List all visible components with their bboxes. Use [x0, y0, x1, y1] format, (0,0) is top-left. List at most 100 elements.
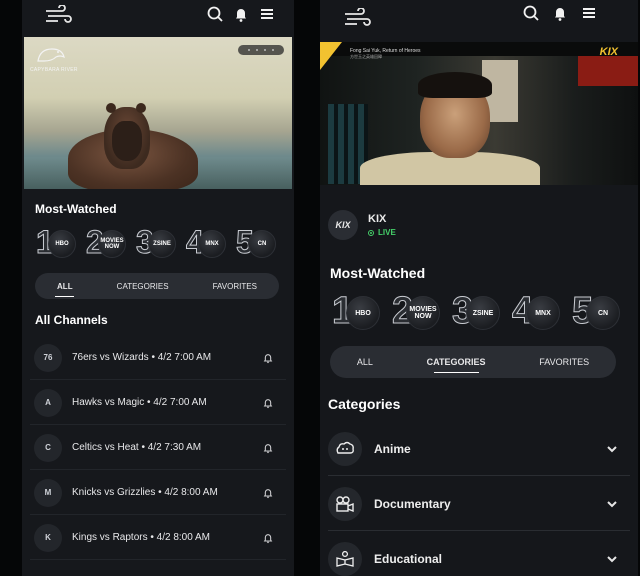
chevron-down-icon[interactable]	[606, 553, 618, 565]
channel-row[interactable]: 76 76ers vs Wizards • 4/2 7:00 AM	[30, 336, 286, 380]
tab-categories-label: CATEGORIES	[426, 357, 486, 367]
channel-logo-badge: ZSINE	[466, 296, 500, 330]
team-logo: C	[34, 433, 62, 462]
tab-categories[interactable]: CATEGORIES	[419, 353, 494, 373]
search-icon[interactable]	[522, 4, 540, 22]
channel-row[interactable]: K Kings vs Raptors • 4/2 8:00 AM	[30, 516, 286, 560]
category-row[interactable]: Documentary	[328, 477, 630, 531]
video-actor-hair	[418, 72, 492, 98]
video-background-patch	[578, 56, 638, 86]
most-watched-row: 1 HBO 2 MOVIES NOW 3 ZSINE 4 MNX 5 CN	[331, 292, 632, 334]
phone-screen-left: CAPYBARA RIVER Most-Watched 1 HBO 2 MOVIES …	[22, 0, 294, 576]
hero-brand-text: CAPYBARA RIVER	[30, 67, 78, 73]
category-label: Documentary	[374, 496, 451, 511]
reminder-bell-icon[interactable]	[262, 487, 274, 499]
channel-logo-badge: ZSINE	[148, 230, 176, 258]
channel-tabs: ALL CATEGORIES FAVORITES	[330, 346, 616, 378]
tab-all[interactable]: ALL	[349, 353, 381, 371]
team-logo: M	[34, 478, 62, 507]
active-tab-underline	[55, 295, 75, 297]
now-playing-channel-name: KIX	[368, 213, 387, 225]
most-watched-item[interactable]: 1 HBO	[331, 292, 392, 334]
most-watched-item[interactable]: 2 MOVIES NOW	[86, 226, 136, 262]
phone-screen-right: Fong Sai Yuk, Return of Heroes 方世玉之英雄回歸 …	[320, 0, 638, 576]
anime-icon	[328, 431, 362, 466]
hero-carousel-indicator[interactable]	[238, 45, 284, 55]
menu-icon[interactable]	[258, 5, 276, 23]
channel-logo-badge: MOVIES NOW	[406, 296, 440, 330]
category-row[interactable]: Educational	[328, 532, 630, 576]
hero-capybara-ear	[136, 103, 146, 113]
most-watched-item[interactable]: 4 MNX	[511, 292, 572, 334]
chevron-down-icon[interactable]	[606, 498, 618, 510]
channel-logo-badge: HBO	[48, 230, 76, 258]
channel-logo-badge: CN	[248, 230, 276, 258]
hero-capybara-snout	[112, 121, 142, 161]
video-player[interactable]: Fong Sai Yuk, Return of Heroes 方世玉之英雄回歸 …	[320, 42, 638, 185]
reminder-bell-icon[interactable]	[262, 442, 274, 454]
camera-icon	[328, 486, 362, 521]
now-playing[interactable]: KIX KIX LIVE	[328, 210, 396, 240]
app-logo-icon[interactable]	[44, 5, 72, 27]
channel-logo-badge: MNX	[198, 230, 226, 258]
most-watched-item[interactable]: 3 ZSINE	[136, 226, 186, 262]
active-tab-underline	[433, 372, 479, 373]
live-icon	[368, 229, 374, 236]
menu-icon[interactable]	[580, 4, 598, 22]
all-channels-heading: All Channels	[35, 313, 108, 327]
channel-logo-badge: HBO	[346, 296, 380, 330]
tab-all-label: ALL	[57, 281, 73, 291]
most-watched-item[interactable]: 1 HBO	[36, 226, 86, 262]
channel-logo-badge: CN	[586, 296, 620, 330]
team-logo-text: M	[44, 488, 52, 497]
team-logo-text: C	[45, 443, 51, 452]
categories-heading: Categories	[328, 396, 401, 412]
channel-title: Celtics vs Heat • 4/2 7:30 AM	[72, 442, 202, 453]
reminder-bell-icon[interactable]	[262, 352, 274, 364]
channel-row[interactable]: C Celtics vs Heat • 4/2 7:30 AM	[30, 426, 286, 470]
reminder-bell-icon[interactable]	[262, 397, 274, 409]
bell-icon[interactable]	[232, 5, 250, 23]
team-logo-text: 76	[43, 353, 53, 362]
most-watched-item[interactable]: 5 CN	[571, 292, 632, 334]
book-icon	[328, 541, 362, 576]
category-label: Educational	[374, 551, 443, 566]
now-playing-info: KIX LIVE	[368, 213, 396, 237]
most-watched-heading: Most-Watched	[330, 265, 426, 281]
video-caption-sub: 方世玉之英雄回歸	[350, 54, 382, 59]
live-indicator: LIVE	[368, 228, 396, 237]
search-icon[interactable]	[206, 5, 224, 23]
channel-title: 76ers vs Wizards • 4/2 7:00 AM	[72, 352, 212, 363]
channel-title: Kings vs Raptors • 4/2 8:00 AM	[72, 532, 211, 543]
category-label: Anime	[374, 441, 411, 456]
team-logo: K	[34, 523, 62, 552]
chevron-down-icon[interactable]	[606, 443, 618, 455]
most-watched-item[interactable]: 5 CN	[236, 226, 286, 262]
most-watched-item[interactable]: 3 ZSINE	[451, 292, 512, 334]
hero-banner[interactable]: CAPYBARA RIVER	[24, 37, 292, 189]
team-logo: A	[34, 388, 62, 417]
most-watched-item[interactable]: 4 MNX	[186, 226, 236, 262]
top-bar	[320, 0, 638, 32]
tab-categories[interactable]: CATEGORIES	[109, 278, 177, 295]
app-logo-icon[interactable]	[343, 8, 371, 30]
tab-all[interactable]: ALL	[49, 278, 81, 297]
most-watched-item[interactable]: 2 MOVIES NOW	[391, 292, 452, 334]
hero-capybara-ear	[106, 103, 116, 113]
channel-logo-badge: MNX	[526, 296, 560, 330]
most-watched-heading: Most-Watched	[35, 202, 117, 216]
channel-title: Knicks vs Grizzlies • 4/2 8:00 AM	[72, 487, 218, 498]
video-channel-watermark: KIX	[599, 46, 618, 58]
channel-title: Hawks vs Magic • 4/2 7:00 AM	[72, 397, 207, 408]
channel-row[interactable]: A Hawks vs Magic • 4/2 7:00 AM	[30, 381, 286, 425]
tab-favorites[interactable]: FAVORITES	[531, 353, 597, 371]
channel-logo-badge: MOVIES NOW	[98, 230, 126, 258]
team-logo-text: K	[45, 533, 51, 542]
tab-favorites[interactable]: FAVORITES	[205, 278, 265, 295]
top-bar	[22, 0, 294, 32]
most-watched-row: 1 HBO 2 MOVIES NOW 3 ZSINE 4 MNX 5 CN	[36, 226, 286, 262]
bell-icon[interactable]	[551, 4, 569, 22]
category-row[interactable]: Anime	[328, 422, 630, 476]
channel-row[interactable]: M Knicks vs Grizzlies • 4/2 8:00 AM	[30, 471, 286, 515]
reminder-bell-icon[interactable]	[262, 532, 274, 544]
